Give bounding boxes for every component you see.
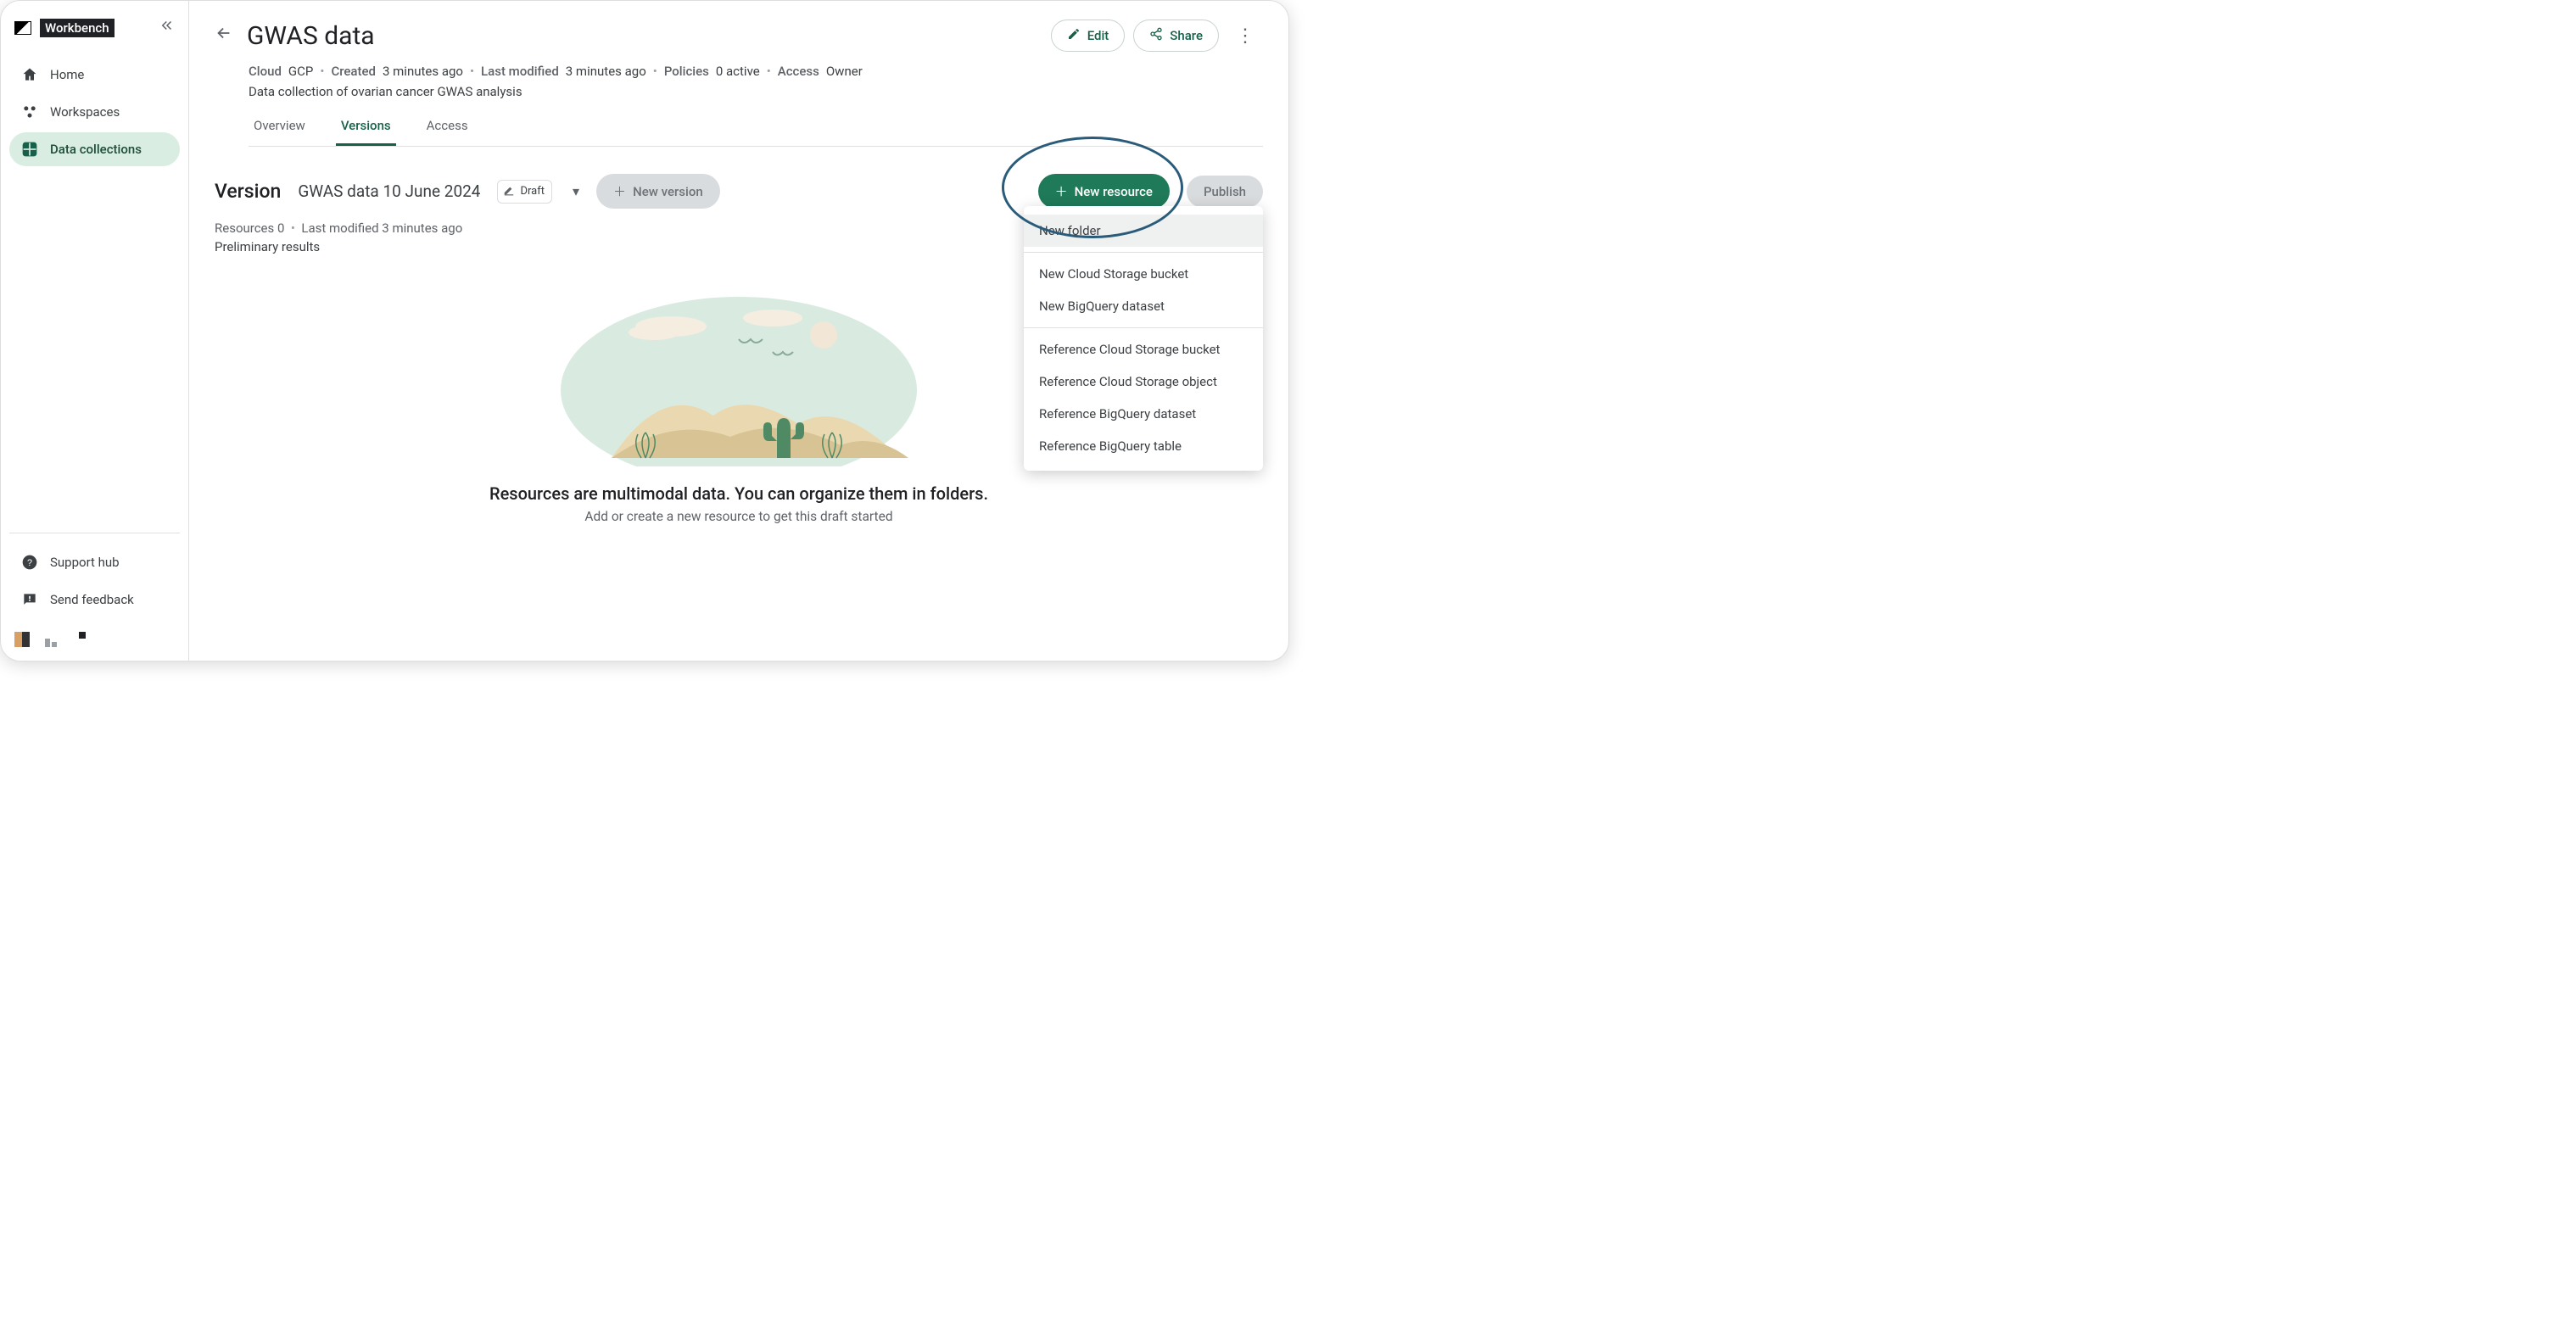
page-description: Data collection of ovarian cancer GWAS a… xyxy=(249,84,1263,99)
separator-dot: • xyxy=(470,64,474,79)
header-actions: Edit Share ⋮ xyxy=(1051,20,1263,52)
version-name: GWAS data 10 June 2024 xyxy=(298,181,480,201)
nav-label: Workspaces xyxy=(50,104,120,120)
back-button[interactable] xyxy=(215,24,233,47)
nav-label: Home xyxy=(50,67,84,82)
meta-cloud-value: GCP xyxy=(288,64,313,79)
empty-title: Resources are multimodal data. You can o… xyxy=(489,483,988,504)
primary-nav: Home Workspaces Data collections xyxy=(9,58,180,166)
meta-created-label: Created xyxy=(331,64,376,79)
nav-workspaces[interactable]: Workspaces xyxy=(9,95,180,129)
new-resource-button[interactable]: ＋ New resource xyxy=(1038,174,1170,209)
desert-illustration xyxy=(561,288,917,466)
page-title: GWAS data xyxy=(247,21,375,51)
menu-separator xyxy=(1024,327,1263,328)
avatar[interactable] xyxy=(14,632,30,647)
version-row: Version GWAS data 10 June 2024 Draft ▾ ＋… xyxy=(215,174,1263,209)
feedback-icon xyxy=(21,591,38,608)
draft-status-chip[interactable]: Draft xyxy=(497,180,552,204)
brand: Workbench xyxy=(9,11,180,51)
meta-cloud-label: Cloud xyxy=(249,64,282,79)
page-meta: Cloud GCP • Created 3 minutes ago • Last… xyxy=(249,64,1263,79)
app-root: Workbench Home Workspaces xyxy=(0,0,1289,662)
menu-reference-cloud-storage-object[interactable]: Reference Cloud Storage object xyxy=(1024,366,1263,398)
meta-policies-label: Policies xyxy=(664,64,709,79)
separator-dot: • xyxy=(320,64,324,79)
chevron-down-icon[interactable]: ▾ xyxy=(573,183,579,199)
share-label: Share xyxy=(1170,28,1203,43)
menu-new-folder[interactable]: New folder xyxy=(1024,215,1263,247)
new-resource-label: New resource xyxy=(1075,184,1153,199)
nav-label: Send feedback xyxy=(50,592,134,607)
nav-send-feedback[interactable]: Send feedback xyxy=(9,583,180,617)
brand-logo-icon xyxy=(14,21,31,35)
meta-modified-value: 3 minutes ago xyxy=(566,64,646,79)
workspaces-icon xyxy=(21,103,38,120)
plus-icon: ＋ xyxy=(1055,182,1068,200)
menu-reference-cloud-storage-bucket[interactable]: Reference Cloud Storage bucket xyxy=(1024,333,1263,366)
share-button[interactable]: Share xyxy=(1133,20,1219,52)
meta-access-value: Owner xyxy=(826,64,863,79)
menu-reference-bigquery-table[interactable]: Reference BigQuery table xyxy=(1024,430,1263,462)
brand-name: Workbench xyxy=(40,19,115,37)
nav-home[interactable]: Home xyxy=(9,58,180,92)
plus-icon: ＋ xyxy=(613,182,626,200)
grid-icon xyxy=(21,141,38,158)
avatar-row xyxy=(9,620,180,650)
title-row: GWAS data Edit Share ⋮ xyxy=(215,20,1263,52)
menu-new-cloud-storage-bucket[interactable]: New Cloud Storage bucket xyxy=(1024,258,1263,290)
version-modified-label: Last modified xyxy=(301,220,378,236)
publish-label: Publish xyxy=(1204,184,1246,199)
draft-label: Draft xyxy=(520,185,545,198)
separator-dot: • xyxy=(767,64,771,79)
collapse-sidebar-button[interactable] xyxy=(159,18,175,37)
new-version-button: ＋ New version xyxy=(596,174,720,209)
home-icon xyxy=(21,66,38,83)
tab-versions[interactable]: Versions xyxy=(336,108,396,146)
help-icon: ? xyxy=(21,554,38,571)
nav-label: Data collections xyxy=(50,142,142,157)
edit-button[interactable]: Edit xyxy=(1051,20,1126,52)
edit-label: Edit xyxy=(1087,28,1109,43)
version-modified-value: 3 minutes ago xyxy=(382,220,462,236)
meta-created-value: 3 minutes ago xyxy=(383,64,463,79)
content: Version GWAS data 10 June 2024 Draft ▾ ＋… xyxy=(189,155,1288,661)
page-header: GWAS data Edit Share ⋮ Cloud GCP • xyxy=(189,1,1288,155)
menu-separator xyxy=(1024,252,1263,253)
draft-edit-icon xyxy=(503,184,515,199)
main: GWAS data Edit Share ⋮ Cloud GCP • xyxy=(189,1,1288,661)
tab-access[interactable]: Access xyxy=(422,108,473,146)
sidebar-bottom: ? Support hub Send feedback xyxy=(9,533,180,650)
separator-dot: • xyxy=(653,64,657,79)
svg-text:?: ? xyxy=(27,558,32,568)
resources-count: 0 xyxy=(277,220,284,236)
meta-policies-value: 0 active xyxy=(716,64,760,79)
menu-reference-bigquery-dataset[interactable]: Reference BigQuery dataset xyxy=(1024,398,1263,430)
avatar[interactable] xyxy=(45,632,60,647)
tab-overview[interactable]: Overview xyxy=(249,108,310,146)
pencil-icon xyxy=(1067,27,1081,44)
separator-dot: • xyxy=(291,220,295,236)
tabs: Overview Versions Access xyxy=(249,108,1263,147)
meta-access-label: Access xyxy=(778,64,819,79)
meta-modified-label: Last modified xyxy=(481,64,559,79)
nav-data-collections[interactable]: Data collections xyxy=(9,132,180,166)
share-icon xyxy=(1149,27,1163,44)
publish-button: Publish xyxy=(1187,176,1263,208)
menu-new-bigquery-dataset[interactable]: New BigQuery dataset xyxy=(1024,290,1263,322)
version-label: Version xyxy=(215,180,281,203)
nav-support-hub[interactable]: ? Support hub xyxy=(9,545,180,579)
avatar[interactable] xyxy=(75,632,91,647)
resources-label: Resources xyxy=(215,220,274,236)
more-menu-button[interactable]: ⋮ xyxy=(1227,20,1263,52)
empty-subtitle: Add or create a new resource to get this… xyxy=(584,509,892,524)
nav-label: Support hub xyxy=(50,555,120,570)
new-resource-menu: New folder New Cloud Storage bucket New … xyxy=(1024,206,1263,471)
sidebar: Workbench Home Workspaces xyxy=(1,1,189,661)
new-version-label: New version xyxy=(633,184,703,199)
